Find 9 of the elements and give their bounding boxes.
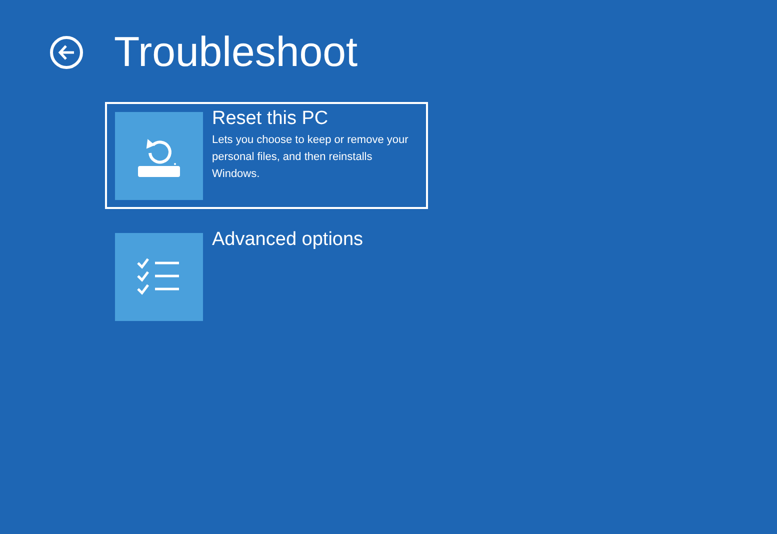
option-tile[interactable]: Advanced options bbox=[105, 223, 428, 330]
back-button[interactable] bbox=[50, 36, 83, 68]
option-title: Advanced options bbox=[212, 229, 364, 251]
checklist-icon bbox=[137, 257, 181, 297]
page-title: Troubleshoot bbox=[114, 27, 358, 77]
option-tile[interactable]: Reset this PC Lets you choose to keep or remove your personal files, and then reinstalls Windows. bbox=[105, 102, 428, 209]
option-description: Lets you choose to keep or remove your personal files, and then reinstalls Windows. bbox=[212, 133, 410, 182]
back-arrow-icon bbox=[58, 44, 75, 60]
option-title: Reset this PC bbox=[212, 108, 330, 130]
